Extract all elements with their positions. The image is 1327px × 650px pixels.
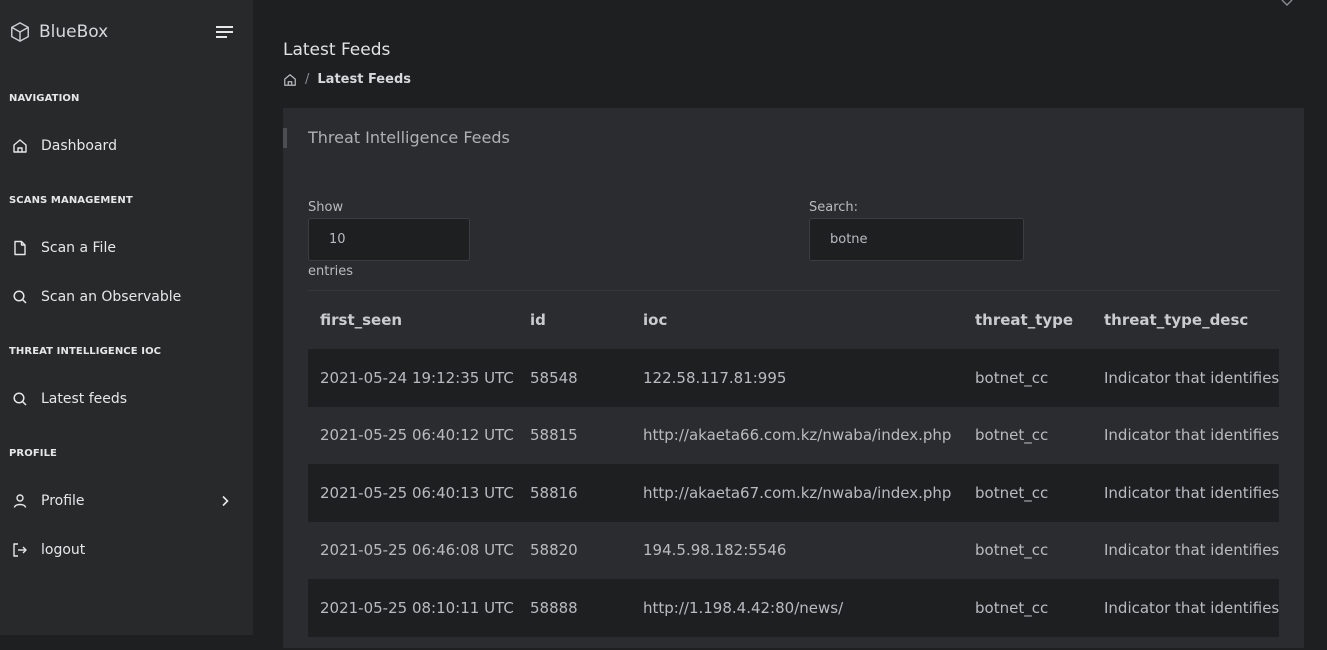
brand[interactable]: BlueBox [9, 20, 108, 44]
search-icon [11, 390, 29, 408]
show-label: Show [308, 200, 344, 215]
sidebar-item-label: Latest feeds [41, 391, 128, 407]
entries-select-value: 10 [329, 232, 346, 247]
search-icon [11, 288, 29, 306]
home-icon[interactable] [283, 73, 297, 87]
sidebar-item-label: Scan an Observable [41, 289, 182, 305]
breadcrumb-separator: / [305, 72, 310, 87]
table-row[interactable]: 2021-05-24 19:12:35 UTC 58548 122.58.117… [308, 349, 1279, 407]
cell-threat-type-desc: Indicator that identifies [1092, 406, 1279, 464]
chevron-down-icon[interactable] [1280, 0, 1294, 8]
cell-ioc: http://akaeta66.com.kz/nwaba/index.php [631, 406, 963, 464]
card-title: Threat Intelligence Feeds [308, 128, 510, 147]
entries-select[interactable]: 10 [308, 218, 470, 261]
sidebar-item-label: Scan a File [41, 240, 116, 256]
card-accent-bar [283, 128, 287, 148]
sidebar: BlueBox NAVIGATION Dashboard SCANS MANAG… [0, 0, 253, 635]
nav-section-navigation: NAVIGATION [9, 93, 80, 104]
nav-section-threat-intel: THREAT INTELLIGENCE IOC [9, 346, 162, 357]
main-content: Latest Feeds / Latest Feeds Threat Intel… [253, 0, 1327, 648]
cell-first-seen: 2021-05-25 06:46:08 UTC [308, 521, 518, 579]
cell-id: 58820 [518, 521, 631, 579]
sidebar-item-dashboard[interactable]: Dashboard [0, 127, 253, 165]
cell-id: 58888 [518, 579, 631, 637]
cell-first-seen: 2021-05-25 06:40:12 UTC [308, 406, 518, 464]
cell-threat-type-desc: Indicator that identifies [1092, 579, 1279, 637]
feeds-table: first_seen id ioc threat_type threat_typ… [308, 291, 1279, 637]
nav-section-profile: PROFILE [9, 448, 57, 459]
search-input-value: botne [830, 232, 868, 247]
sidebar-item-logout[interactable]: logout [0, 531, 253, 569]
search-label: Search: [809, 200, 859, 215]
breadcrumb: / Latest Feeds [283, 72, 411, 87]
menu-toggle-icon[interactable] [216, 24, 234, 40]
cell-threat-type: botnet_cc [963, 349, 1092, 407]
cell-first-seen: 2021-05-25 08:10:11 UTC [308, 579, 518, 637]
table-row[interactable]: 2021-05-25 06:46:08 UTC 58820 194.5.98.1… [308, 521, 1279, 579]
table-row[interactable]: 2021-05-25 06:40:13 UTC 58816 http://aka… [308, 464, 1279, 522]
cell-id: 58548 [518, 349, 631, 407]
column-header-ioc[interactable]: ioc [631, 291, 963, 349]
sidebar-item-label: logout [41, 542, 86, 558]
column-header-first-seen[interactable]: first_seen [308, 291, 518, 349]
column-header-threat-type[interactable]: threat_type [963, 291, 1092, 349]
table-header-row: first_seen id ioc threat_type threat_typ… [308, 291, 1279, 349]
cell-threat-type-desc: Indicator that identifies [1092, 349, 1279, 407]
cell-threat-type: botnet_cc [963, 521, 1092, 579]
cell-id: 58815 [518, 406, 631, 464]
cell-threat-type: botnet_cc [963, 579, 1092, 637]
chevron-right-icon [222, 495, 229, 507]
file-icon [11, 239, 29, 257]
cell-first-seen: 2021-05-24 19:12:35 UTC [308, 349, 518, 407]
logout-icon [11, 541, 29, 559]
nav-section-scans: SCANS MANAGEMENT [9, 195, 133, 206]
cell-ioc: 122.58.117.81:995 [631, 349, 963, 407]
home-icon [11, 137, 29, 155]
table-row[interactable]: 2021-05-25 08:10:11 UTC 58888 http://1.1… [308, 579, 1279, 637]
sidebar-item-label: Profile [41, 493, 85, 509]
cell-ioc: http://1.198.4.42:80/news/ [631, 579, 963, 637]
sidebar-item-profile[interactable]: Profile [0, 482, 253, 520]
feeds-card: Threat Intelligence Feeds Show 10 entrie… [283, 108, 1304, 648]
cell-threat-type: botnet_cc [963, 464, 1092, 522]
brand-name: BlueBox [39, 22, 109, 42]
feeds-table-wrapper: first_seen id ioc threat_type threat_typ… [308, 290, 1279, 650]
cell-threat-type: botnet_cc [963, 406, 1092, 464]
cell-ioc: 194.5.98.182:5546 [631, 521, 963, 579]
cell-ioc: http://akaeta67.com.kz/nwaba/index.php [631, 464, 963, 522]
sidebar-item-latest-feeds[interactable]: Latest feeds [0, 380, 253, 418]
user-icon [11, 492, 29, 510]
sidebar-item-label: Dashboard [41, 138, 117, 154]
breadcrumb-current: Latest Feeds [317, 72, 411, 87]
sidebar-item-scan-file[interactable]: Scan a File [0, 229, 253, 267]
cube-logo-icon [11, 22, 29, 42]
cell-threat-type-desc: Indicator that identifies [1092, 464, 1279, 522]
page-title: Latest Feeds [283, 40, 391, 60]
cell-first-seen: 2021-05-25 06:40:13 UTC [308, 464, 518, 522]
table-row[interactable]: 2021-05-25 06:40:12 UTC 58815 http://aka… [308, 406, 1279, 464]
sidebar-item-scan-observable[interactable]: Scan an Observable [0, 278, 253, 316]
column-header-threat-type-desc[interactable]: threat_type_desc [1092, 291, 1279, 349]
search-input[interactable]: botne [809, 218, 1024, 261]
entries-label: entries [308, 264, 354, 279]
cell-id: 58816 [518, 464, 631, 522]
column-header-id[interactable]: id [518, 291, 631, 349]
cell-threat-type-desc: Indicator that identifies [1092, 521, 1279, 579]
